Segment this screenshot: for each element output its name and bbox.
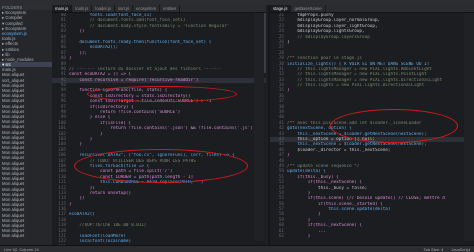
editor-tab[interactable]: ecosystem bbox=[133, 5, 160, 12]
left-minimap[interactable] bbox=[254, 13, 264, 241]
editor-tab[interactable]: sort.js bbox=[115, 5, 133, 12]
right-minimap[interactable] bbox=[464, 13, 474, 241]
right-tab-bar: stage.jsgetBaseScene bbox=[270, 5, 474, 13]
left-tab-bar: main.jstools.jsloader.jssort.jsecosystem… bbox=[52, 5, 266, 13]
editor-tab[interactable]: main.js bbox=[52, 5, 72, 12]
code-line: 62 } bbox=[270, 234, 474, 239]
sidebar-list: ▸ Ecosystem▸ Compiler▾ compiled▸ Ecosyst… bbox=[0, 10, 52, 238]
right-editor-pane: stage.jsgetBaseScene 21 tmpProps.pushy22… bbox=[268, 5, 474, 245]
editor-tab[interactable]: getBaseScene bbox=[291, 5, 325, 12]
line-number: 62 bbox=[270, 234, 287, 239]
left-editor-pane: main.jstools.jsloader.jssort.jsecosystem… bbox=[52, 5, 266, 245]
left-scrollbar[interactable] bbox=[264, 13, 266, 73]
right-code-area[interactable]: 21 tmpProps.pushy22 bdisplayGroup.layer_… bbox=[270, 13, 474, 245]
left-code-area[interactable]: 80 fonts.load(font_face_s1)81 // documen… bbox=[52, 13, 266, 245]
editor-tab[interactable]: stage.js bbox=[270, 5, 291, 12]
editor-tab[interactable]: loader.js bbox=[92, 5, 115, 12]
editor-tab[interactable]: entities bbox=[160, 5, 180, 12]
editor-tab[interactable]: tools.js bbox=[72, 5, 92, 12]
line-text: } bbox=[287, 234, 474, 239]
file-sidebar: FOLDERS ▸ Ecosystem▸ Compiler▾ compiled▸… bbox=[0, 5, 53, 245]
sidebar-item[interactable]: Mon aliquet bbox=[0, 233, 52, 238]
